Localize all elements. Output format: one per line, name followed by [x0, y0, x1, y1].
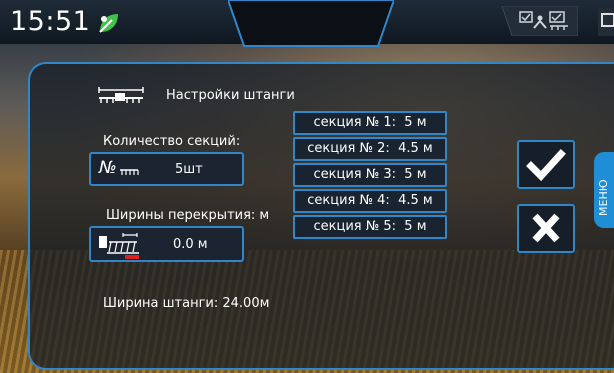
section-2-field[interactable]: секция № 2: 4.5 м [293, 137, 447, 161]
section-5-label: секция № 5: [313, 219, 397, 234]
section-1-value: 5 м [404, 115, 427, 130]
sections-count-field[interactable]: № 5шт [89, 152, 244, 186]
sections-count-value: 5шт [175, 162, 203, 177]
leaf-icon [99, 14, 118, 33]
overlap-field[interactable]: 0.0 м [89, 226, 244, 262]
section-5-field[interactable]: секция № 5: 5 м [293, 215, 447, 239]
section-2-value: 4.5 м [398, 141, 433, 156]
menu-tab-label: МЕНЮ [597, 179, 610, 216]
section-4-label: секция № 4: [307, 193, 390, 208]
top-center-notch [228, 0, 394, 47]
clock: 15:51 [10, 6, 91, 37]
boom-width-label: Ширина штанги: 24.00м [103, 296, 270, 311]
status-icons [501, 6, 578, 36]
section-3-label: секция № 3: [313, 167, 397, 182]
overlap-sprayer-icon [99, 233, 139, 259]
section-1-label: секция № 1: [313, 115, 397, 130]
section-4-field[interactable]: секция № 4: 4.5 м [293, 189, 447, 213]
boom-mini-icon [120, 169, 139, 175]
overlap-label: Ширины перекрытия: м [106, 208, 270, 223]
menu-tab[interactable]: МЕНЮ [594, 152, 614, 228]
sections-count-label: Количество секций: [103, 134, 241, 149]
confirm-button[interactable] [517, 140, 575, 189]
checkmark-icon [526, 149, 566, 182]
section-1-field[interactable]: секция № 1: 5 м [293, 111, 447, 135]
status-icon-edge [598, 8, 614, 36]
section-4-value: 4.5 м [398, 193, 433, 208]
section-3-field[interactable]: секция № 3: 5 м [293, 163, 447, 187]
boom-sprayer-icon [98, 87, 144, 103]
overlap-value: 0.0 м [173, 237, 208, 252]
section-2-label: секция № 2: [307, 141, 390, 156]
close-icon [532, 213, 560, 243]
section-3-value: 5 м [404, 167, 427, 182]
cancel-button[interactable] [517, 204, 575, 253]
settings-title: Настройки штанги [166, 88, 295, 103]
section-count-icon: № [99, 158, 117, 178]
section-5-value: 5 м [404, 219, 427, 234]
